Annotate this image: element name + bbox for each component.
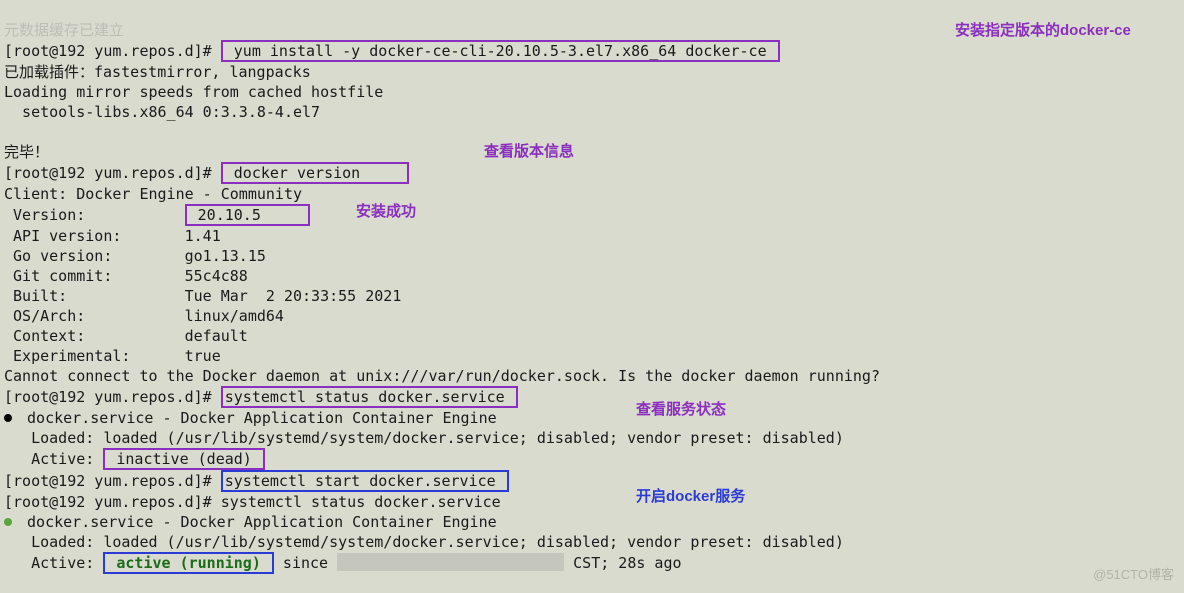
- os-line: OS/Arch: linux/amd64: [4, 307, 284, 325]
- api-line: API version: 1.41: [4, 227, 221, 245]
- watermark: @51CTO博客: [1093, 565, 1174, 585]
- redacted-timestamp: [337, 553, 564, 571]
- status-dot-inactive: [4, 414, 12, 422]
- active-pref-1: Active:: [4, 450, 103, 468]
- since-suffix: CST; 28s ago: [564, 554, 681, 572]
- setools-line: setools-libs.x86_64 0:3.3.8-4.el7: [4, 103, 320, 121]
- client-header: Client: Docker Engine - Community: [4, 185, 302, 203]
- cmd-systemctl-status-1: systemctl status docker.service: [221, 386, 518, 408]
- annot-install-success: 安装成功: [356, 202, 416, 222]
- cmd-systemctl-start: systemctl start docker.service: [221, 470, 509, 492]
- cmd-docker-version: docker version: [221, 162, 410, 184]
- loading-mirrors: Loading mirror speeds from cached hostfi…: [4, 83, 383, 101]
- version-value: 20.10.5: [185, 204, 310, 226]
- status-active: active (running): [103, 552, 274, 574]
- cmd-systemctl-status-2: systemctl status docker.service: [221, 493, 501, 511]
- prompt: [root@192 yum.repos.d]#: [4, 472, 221, 490]
- terminal-output: 元数据缓存已建立 [root@192 yum.repos.d]# yum ins…: [0, 0, 1184, 574]
- svc-desc-1: docker.service - Docker Application Cont…: [18, 409, 497, 427]
- built-line: Built: Tue Mar 2 20:33:55 2021: [4, 287, 401, 305]
- status-inactive: inactive (dead): [103, 448, 265, 470]
- cannot-connect: Cannot connect to the Docker daemon at u…: [4, 367, 880, 385]
- svc-desc-2: docker.service - Docker Application Cont…: [18, 513, 497, 531]
- prompt: [root@192 yum.repos.d]#: [4, 164, 221, 182]
- prompt: [root@192 yum.repos.d]#: [4, 42, 221, 60]
- go-line: Go version: go1.13.15: [4, 247, 266, 265]
- annot-install-version: 安装指定版本的docker-ce: [955, 21, 1131, 41]
- annot-start-docker-service: 开启docker服务: [636, 487, 745, 507]
- annot-view-version: 查看版本信息: [484, 142, 574, 162]
- status-dot-active: [4, 518, 12, 526]
- done-msg: 完毕！: [4, 143, 49, 161]
- annot-view-service-status: 查看服务状态: [636, 400, 726, 420]
- version-label: Version:: [4, 206, 185, 224]
- git-line: Git commit: 55c4c88: [4, 267, 248, 285]
- cmd-yum-install: yum install -y docker-ce-cli-20.10.5-3.e…: [221, 40, 780, 62]
- exp-line: Experimental: true: [4, 347, 221, 365]
- loaded-line-2: Loaded: loaded (/usr/lib/systemd/system/…: [4, 533, 844, 551]
- active-pref-2: Active:: [4, 554, 103, 572]
- prompt: [root@192 yum.repos.d]#: [4, 493, 221, 511]
- prompt: [root@192 yum.repos.d]#: [4, 388, 221, 406]
- loaded-plugins: 已加载插件：fastestmirror, langpacks: [4, 63, 311, 81]
- ctx-line: Context: default: [4, 327, 248, 345]
- loaded-line-1: Loaded: loaded (/usr/lib/systemd/system/…: [4, 429, 844, 447]
- truncated-line: 元数据缓存已建立: [4, 21, 124, 39]
- since-pref: since: [274, 554, 337, 572]
